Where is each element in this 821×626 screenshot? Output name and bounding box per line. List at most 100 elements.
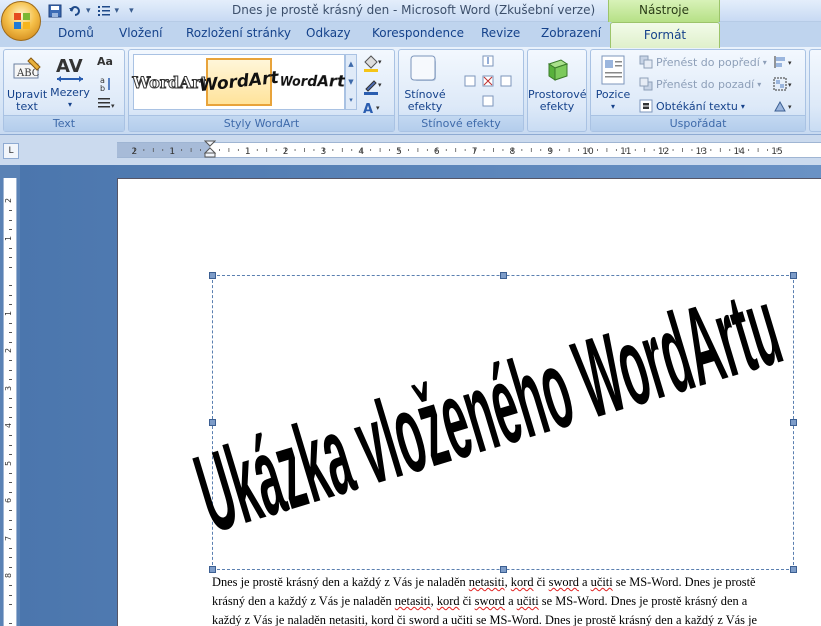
office-button[interactable] xyxy=(1,1,41,41)
body-text-run: a xyxy=(504,594,517,608)
tab-revize[interactable]: Revize xyxy=(481,26,520,40)
tab-domu[interactable]: Domů xyxy=(58,26,94,40)
gallery-down-icon[interactable]: ▼ xyxy=(346,73,356,91)
tab-zobrazeni[interactable]: Zobrazení xyxy=(541,26,601,40)
change-shape-button[interactable]: A ▾ xyxy=(362,100,384,116)
shadow-effects-label-2: efekty xyxy=(407,100,443,113)
vruler-tick xyxy=(9,435,12,437)
misspelled-word: učiti xyxy=(516,594,539,608)
vruler-tick xyxy=(9,266,12,268)
body-paragraph[interactable]: Dnes je prostě krásný den a každý z Vás … xyxy=(212,573,820,626)
tab-korespondence[interactable]: Korespondence xyxy=(372,26,464,40)
numbering-dropdown-icon[interactable]: ▾ xyxy=(115,6,120,16)
tab-odkazy[interactable]: Odkazy xyxy=(306,26,351,40)
vruler-tick xyxy=(9,454,12,456)
3d-effects-button[interactable]: Prostorové efekty xyxy=(528,54,587,113)
gallery-up-icon[interactable]: ▲ xyxy=(346,55,356,73)
body-text-run: se MS-Word. Dnes je prostě krásný den a xyxy=(538,594,748,608)
edit-text-label-2: text xyxy=(16,100,38,113)
gallery-scroll[interactable]: ▲ ▼ ▾ xyxy=(345,54,357,110)
tab-vlozeni[interactable]: Vložení xyxy=(119,26,163,40)
nudge-shadow-up-icon[interactable] xyxy=(461,54,517,112)
text-wrapping-button[interactable]: Obtékání textu ▾ xyxy=(639,99,745,113)
group-arrange-label: Uspořádat xyxy=(591,115,805,131)
even-height-button[interactable]: Aa xyxy=(97,55,113,68)
group-arrange: Pozice ▾ Přenést do popředí ▾ Přenést do… xyxy=(590,49,806,132)
vruler-tick xyxy=(9,594,12,596)
align-objects-button[interactable]: ▾ xyxy=(773,55,797,69)
group-objects-button[interactable]: ▾ xyxy=(773,77,797,91)
vruler-tick xyxy=(9,622,12,624)
vruler-label: 7 xyxy=(4,535,14,541)
undo-dropdown-icon[interactable]: ▾ xyxy=(86,6,91,16)
group-shadow-effects: Stínové efekty Stínové efekty xyxy=(398,49,524,132)
shadow-effects-button[interactable]: Stínové efekty xyxy=(402,54,448,113)
vruler-tick xyxy=(9,341,12,343)
bring-forward-button[interactable]: Přenést do popředí ▾ xyxy=(639,55,767,69)
misspelled-word: netasiti xyxy=(329,613,365,626)
vruler-tick xyxy=(9,604,12,606)
edit-text-button[interactable]: ABC Upravit text xyxy=(7,54,47,113)
body-text-run: a xyxy=(439,613,451,626)
group-3d-effects: Prostorové efekty xyxy=(527,49,587,132)
3d-effects-label-2: efekty xyxy=(539,100,575,113)
gallery-more-icon[interactable]: ▾ xyxy=(346,91,356,109)
save-icon[interactable] xyxy=(46,2,64,20)
wordart-text: Ukázka vloženého WordArtu xyxy=(183,263,794,556)
vruler-tick xyxy=(9,510,12,512)
group-text: ABC Upravit text AV Mezery ▾ Aa ab ▾ Tex… xyxy=(3,49,125,132)
vruler-tick xyxy=(9,482,12,484)
group-size-partial xyxy=(809,49,821,132)
rotate-button[interactable]: ▾ xyxy=(773,99,797,113)
body-text-run: či xyxy=(533,575,549,589)
wordart-style-2[interactable]: WordArt xyxy=(198,58,280,106)
vruler-tick xyxy=(9,557,12,559)
misspelled-word: sword xyxy=(474,594,505,608)
ruler-label: 13 xyxy=(696,147,707,157)
vruler-tick xyxy=(9,210,12,212)
ruler-label: 5 xyxy=(396,147,402,157)
position-label: Pozice xyxy=(595,88,631,101)
indent-marker-icon[interactable] xyxy=(204,140,216,158)
svg-text:▾: ▾ xyxy=(788,59,792,67)
spacing-dropdown-icon: ▾ xyxy=(67,100,72,109)
ruler-label: 8 xyxy=(510,147,516,157)
ruler-label: 10 xyxy=(582,147,594,157)
ruler-ticks: 2 1 1 2 3 4 5 6 7 8 9 10 11 12 13 14 15 xyxy=(132,147,783,157)
vertical-ruler[interactable]: 2 1 1 2 3 4 5 6 7 8 xyxy=(3,178,17,626)
vruler-tick xyxy=(9,285,12,287)
horizontal-ruler[interactable]: 2 1 1 2 3 4 5 6 7 8 9 10 11 12 13 14 15 xyxy=(117,140,821,158)
misspelled-word: sword xyxy=(408,613,440,626)
position-button[interactable]: Pozice ▾ xyxy=(594,54,632,113)
vruler-tick xyxy=(9,379,12,381)
wordart-style-1[interactable]: WordArt xyxy=(132,58,208,106)
tab-rozlozeni-stranky[interactable]: Rozložení stránky xyxy=(186,26,291,40)
tab-selector[interactable]: L xyxy=(3,143,19,159)
pen-outline-icon: ▾ xyxy=(364,80,382,95)
vruler-tick xyxy=(9,332,12,334)
tab-format[interactable]: Formát xyxy=(610,22,720,48)
shape-outline-button[interactable]: ▾ xyxy=(362,77,384,95)
svg-text:▾: ▾ xyxy=(788,81,792,89)
vruler-label: 8 xyxy=(4,572,14,579)
body-text-run: krásný den a každý z Vás je naladěn xyxy=(212,594,395,608)
undo-icon[interactable] xyxy=(66,2,84,20)
vertical-text-button[interactable]: ab xyxy=(97,76,113,92)
misspelled-word: kord xyxy=(436,594,460,608)
send-backward-button[interactable]: Přenést do pozadí ▾ xyxy=(639,77,761,91)
vruler-tick xyxy=(9,229,12,231)
customize-qat-icon[interactable]: ▾ xyxy=(129,6,134,16)
wordart-style-3[interactable]: WordArt xyxy=(276,58,346,106)
wordart-object[interactable]: Ukázka vloženého WordArtu xyxy=(183,263,796,575)
ruler-row: L 2 1 1 2 3 4 5 6 7 8 9 10 11 12 13 14 15 xyxy=(0,135,821,165)
align-text-button[interactable]: ▾ xyxy=(97,97,117,111)
bring-forward-dropdown-icon: ▾ xyxy=(762,57,767,67)
spacing-button[interactable]: AV Mezery ▾ xyxy=(50,54,90,111)
wordart-style-3-label: WordArt xyxy=(280,72,346,92)
numbering-icon[interactable] xyxy=(95,2,113,20)
misspelled-word: netasiti xyxy=(394,594,431,608)
shape-fill-button[interactable]: ▾ xyxy=(362,54,384,72)
body-text-run: či xyxy=(393,613,409,626)
ruler-label: 15 xyxy=(771,147,782,157)
send-backward-dropdown-icon: ▾ xyxy=(757,79,762,89)
